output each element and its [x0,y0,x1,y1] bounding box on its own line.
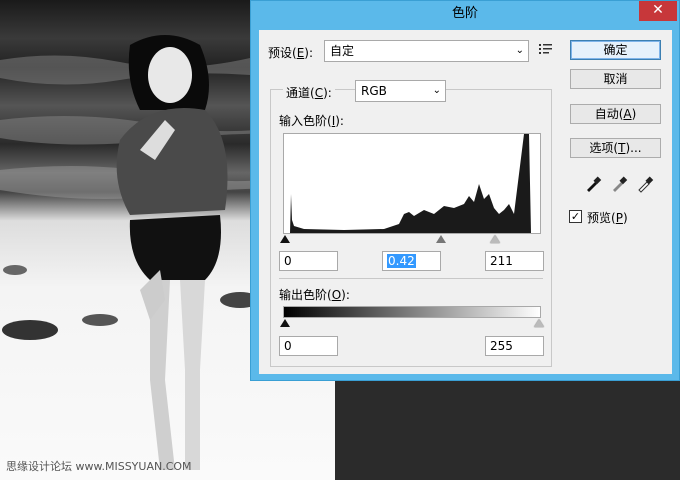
levels-dialog: 色阶 ✕ 预设(E): 自定 ⌄ 确定 取消 自动(A) 选项(T)... ✓ … [250,0,680,381]
dialog-body: 预设(E): 自定 ⌄ 确定 取消 自动(A) 选项(T)... ✓ 预览(P)… [259,30,672,374]
preview-checkbox[interactable]: ✓ [569,210,582,223]
preset-value: 自定 [330,44,355,58]
chevron-down-icon: ⌄ [515,45,524,56]
divider [279,278,543,279]
gray-eyedropper-icon[interactable] [609,174,629,194]
chevron-down-icon: ⌄ [432,85,441,96]
preset-label: 预设(E): [268,46,314,60]
output-black-slider[interactable] [280,319,290,327]
ok-button[interactable]: 确定 [570,40,661,60]
input-gamma-field[interactable]: 0.42 [382,251,441,271]
input-gamma-slider[interactable] [436,235,446,243]
channel-label: 通道(C): [283,84,335,101]
preview-label: 预览(P) [587,211,628,225]
output-white-field[interactable]: 255 [485,336,544,356]
output-white-slider[interactable] [534,319,544,327]
workspace-background [335,380,680,480]
input-black-field[interactable]: 0 [279,251,338,271]
preset-options-icon[interactable] [539,42,553,60]
watermark-text: 思缘设计论坛 www.MISSYUAN.COM [6,460,192,473]
histogram [283,133,541,234]
auto-button[interactable]: 自动(A) [570,104,661,124]
options-button[interactable]: 选项(T)... [570,138,661,158]
close-button[interactable]: ✕ [639,1,677,21]
input-white-field[interactable]: 211 [485,251,544,271]
preset-select[interactable]: 自定 ⌄ [324,40,529,62]
input-black-slider[interactable] [280,235,290,243]
output-levels-label: 输出色阶(O): [279,288,350,302]
channel-select[interactable]: RGB ⌄ [355,80,446,102]
output-black-field[interactable]: 0 [279,336,338,356]
input-levels-label: 输入色阶(I): [279,114,344,128]
input-white-slider[interactable] [490,235,500,243]
dialog-title: 色阶 [451,6,478,21]
output-gradient-bar [283,306,541,318]
cancel-button[interactable]: 取消 [570,69,661,89]
white-eyedropper-icon[interactable] [635,174,655,194]
black-eyedropper-icon[interactable] [583,174,603,194]
channel-value: RGB [361,84,387,98]
